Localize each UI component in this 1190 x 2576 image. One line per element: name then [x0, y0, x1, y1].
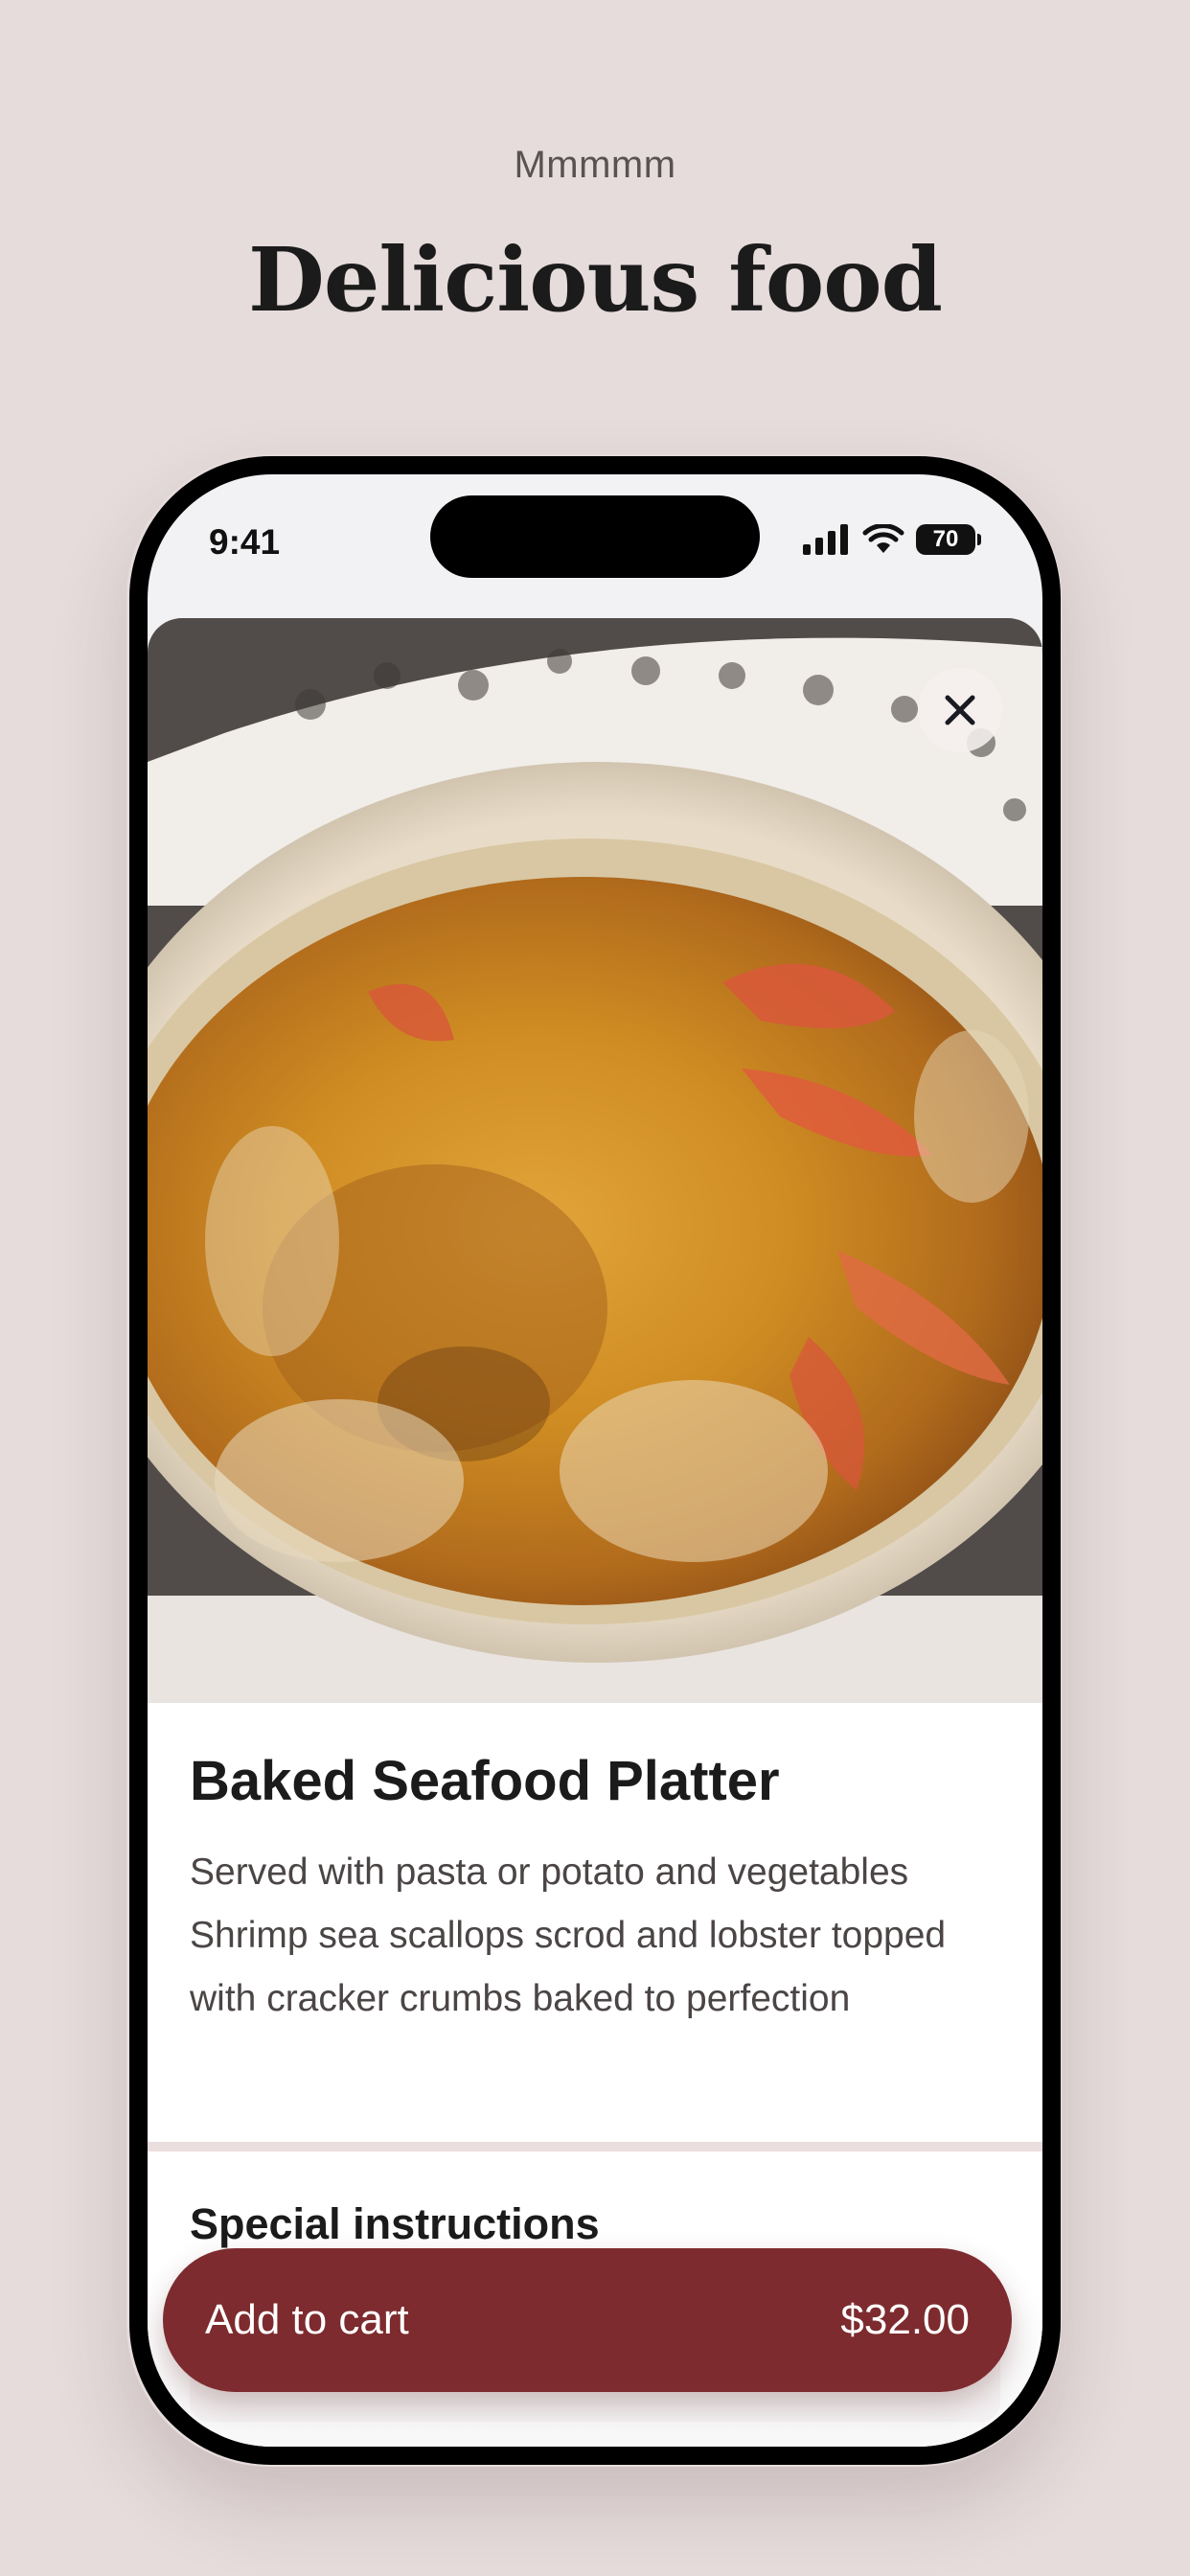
cart-price: $32.00 [840, 2296, 970, 2343]
page-title: Delicious food [248, 228, 943, 332]
food-image [148, 618, 1042, 1703]
battery-icon: 70 [916, 524, 981, 555]
wifi-icon [862, 524, 904, 553]
item-title: Baked Seafood Platter [190, 1750, 780, 1812]
section-divider [148, 2142, 1042, 2151]
close-button[interactable] [918, 668, 1002, 752]
signal-icon [803, 524, 848, 555]
add-to-cart-button[interactable]: Add to cart $32.00 [163, 2248, 1012, 2392]
add-to-cart-label: Add to cart [205, 2296, 409, 2343]
dynamic-island [430, 495, 760, 578]
eyebrow-text: Mmmmm [514, 144, 676, 186]
special-instructions-title: Special instructions [190, 2199, 600, 2248]
phone-screen: 9:41 70 Baked Seafood Platter Served wit… [148, 474, 1042, 2447]
item-description: Served with pasta or potato and vegetabl… [190, 1852, 947, 2019]
item-sheet: Baked Seafood Platter Served with pasta … [148, 618, 1042, 2447]
close-icon [945, 695, 975, 725]
status-icons: 70 [803, 524, 981, 555]
status-time: 9:41 [209, 522, 281, 562]
phone-frame: 9:41 70 Baked Seafood Platter Served wit… [129, 456, 1061, 2465]
